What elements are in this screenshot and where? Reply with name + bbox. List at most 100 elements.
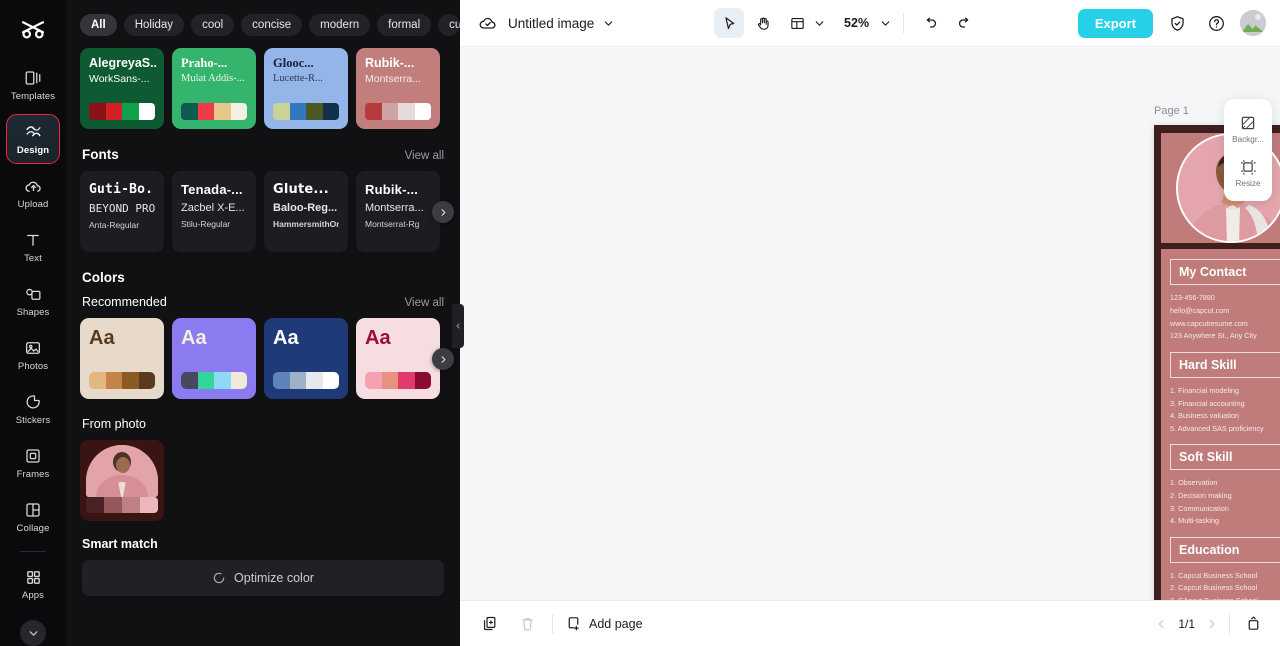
from-photo-title: From photo [82, 417, 146, 431]
undo-button[interactable] [915, 8, 945, 38]
help-circle-icon[interactable] [1201, 8, 1231, 38]
chip-concise[interactable]: concise [241, 14, 303, 36]
palette-swatches [273, 372, 339, 389]
fonts-section-header: Fonts View all [66, 129, 460, 171]
color-palette-card[interactable]: Aa [356, 318, 440, 399]
rail-items: Templates Design Upload Text Shapes Phot… [0, 61, 66, 646]
rail-collapse-button[interactable] [20, 620, 46, 646]
font-card[interactable]: Guti-Bo... BEYOND PRO... Anta-Regular [80, 171, 164, 252]
sidebar-item-photos[interactable]: Photos [7, 331, 59, 379]
chip-cool[interactable]: cool [191, 14, 235, 36]
capcut-logo-icon[interactable] [16, 14, 50, 47]
add-page-button[interactable]: Add page [565, 615, 643, 632]
font-card[interactable]: Glute... Baloo-Reg... HammersmithOn... [264, 171, 348, 252]
prev-page-button[interactable] [1154, 617, 1168, 631]
fonts-next-button[interactable] [432, 201, 454, 223]
person-photo-icon [86, 445, 158, 497]
chevron-down-icon [815, 20, 824, 26]
delete-page-button[interactable] [514, 611, 540, 637]
template-swatches [365, 103, 431, 120]
document-title[interactable]: Untitled image [508, 16, 594, 31]
template-title: Praho-... [181, 57, 228, 70]
recommended-view-all[interactable]: View all [405, 297, 444, 309]
chevron-down-icon [29, 630, 37, 636]
text-icon [23, 230, 43, 250]
user-avatar[interactable] [1240, 10, 1266, 36]
resize-button[interactable]: Resize [1225, 152, 1271, 192]
color-palette-card[interactable]: Aa [80, 318, 164, 399]
hand-tool-button[interactable] [748, 8, 778, 38]
color-palette-row: Aa Aa Aa Aa [66, 318, 460, 399]
color-palette-card[interactable]: Aa [172, 318, 256, 399]
font-line-3: HammersmithOn... [273, 219, 339, 229]
smart-match-title: Smart match [82, 537, 158, 551]
template-card[interactable]: Praho-... Mulat Addis-... [172, 48, 256, 129]
sidebar-item-templates[interactable]: Templates [7, 61, 59, 109]
design-panel: All Holiday cool concise modern formal c… [66, 0, 460, 646]
chip-holiday[interactable]: Holiday [123, 14, 185, 36]
redo-button[interactable] [949, 8, 979, 38]
resize-label: Resize [1235, 179, 1261, 188]
duplicate-page-button[interactable] [476, 611, 502, 637]
font-card[interactable]: Tenada-... Zacbel X-E... Stilu-Regular [172, 171, 256, 252]
chip-all[interactable]: All [80, 14, 117, 36]
chip-cute[interactable]: cute [438, 14, 460, 36]
template-title: Glooc... [273, 57, 314, 70]
next-page-button[interactable] [1205, 617, 1219, 631]
layout-tool-button[interactable] [782, 8, 812, 38]
from-photo-header: From photo [66, 399, 460, 440]
title-caret-icon[interactable] [602, 17, 615, 30]
chip-modern[interactable]: modern [309, 14, 371, 36]
font-line-1: Guti-Bo... [89, 182, 155, 197]
canvas-area[interactable]: Page 1 My Contact 123-456-7890 hello@cap… [460, 47, 1280, 600]
color-palette-card[interactable]: Aa [264, 318, 348, 399]
template-card[interactable]: Rubik-... Montserra... [356, 48, 440, 129]
duplicate-page-icon [483, 616, 495, 631]
chevron-right-icon [441, 355, 445, 363]
photos-icon [23, 338, 43, 358]
sidebar-item-collage[interactable]: Collage [7, 493, 59, 541]
from-photo-card[interactable] [80, 440, 164, 521]
sidebar-item-text[interactable]: Text [7, 223, 59, 271]
palette-sample: Aa [89, 327, 115, 349]
toolbar-divider [903, 13, 905, 33]
hand-icon [757, 16, 769, 30]
background-button[interactable]: Backgr... [1225, 108, 1271, 148]
palette-swatches [181, 372, 247, 389]
sidebar-item-frames[interactable]: Frames [7, 439, 59, 487]
chip-formal[interactable]: formal [377, 14, 432, 36]
export-button[interactable]: Export [1077, 8, 1153, 38]
font-line-2: Montserra... [365, 202, 424, 214]
palette-swatches [89, 372, 155, 389]
colors-next-button[interactable] [432, 348, 454, 370]
shield-check-icon[interactable] [1162, 8, 1192, 38]
sidebar-item-apps[interactable]: Apps [7, 560, 59, 608]
panel-collapse-handle[interactable] [452, 304, 464, 348]
fonts-view-all[interactable]: View all [405, 150, 444, 162]
font-card[interactable]: Rubik-... Montserra... Montserrat-Rg [356, 171, 440, 252]
optimize-color-button[interactable]: Optimize color [82, 560, 444, 596]
chevron-left-icon [1158, 619, 1164, 628]
cloud-check-icon[interactable] [478, 13, 498, 33]
soft-skill-item: 2. Decision making [1170, 490, 1232, 500]
zoom-caret-icon[interactable] [879, 17, 892, 30]
contact-heading: My Contact [1170, 259, 1280, 285]
zoom-level[interactable]: 52% [844, 16, 869, 30]
page-grid-button[interactable] [1240, 611, 1266, 637]
template-card[interactable]: Glooc... Lucette-R... [264, 48, 348, 129]
sidebar-item-shapes[interactable]: Shapes [7, 277, 59, 325]
frames-icon [23, 446, 43, 466]
education-item: 2. Capcut Business School [1170, 583, 1258, 593]
template-swatches [273, 103, 339, 120]
sidebar-item-upload[interactable]: Upload [7, 169, 59, 217]
font-line-1: Rubik-... [365, 182, 419, 197]
chevron-right-icon [441, 208, 445, 216]
toolbar-center-tools: 52% [714, 8, 979, 38]
sidebar-item-design[interactable]: Design [6, 114, 60, 164]
sidebar-item-stickers[interactable]: Stickers [7, 385, 59, 433]
layout-caret-icon[interactable] [813, 17, 826, 30]
template-card[interactable]: AlegreyaS... WorkSans-... [80, 48, 164, 129]
hard-skill-item: 1. Financial modeling [1170, 386, 1239, 396]
undo-icon [926, 17, 936, 28]
select-tool-button[interactable] [714, 8, 745, 38]
